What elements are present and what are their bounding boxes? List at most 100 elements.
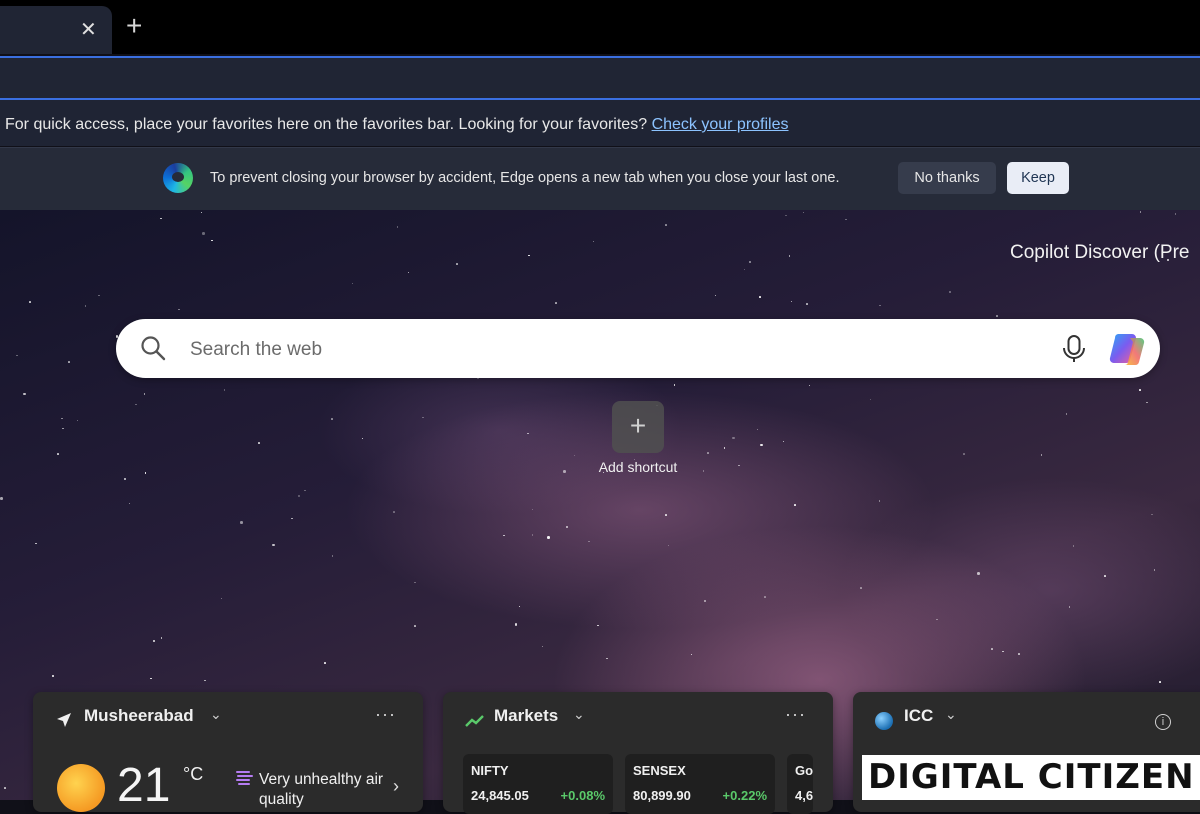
- temperature-value: 21: [117, 759, 171, 812]
- ticker-value: 80,899.90: [633, 788, 691, 803]
- star: [297, 494, 301, 498]
- star: [808, 384, 811, 387]
- star: [573, 454, 576, 457]
- copilot-icon[interactable]: [1108, 330, 1148, 368]
- more-options-icon[interactable]: ···: [375, 704, 396, 725]
- star: [98, 294, 100, 297]
- star: [150, 677, 152, 680]
- ticker-name: Gol: [795, 763, 813, 778]
- more-options-icon[interactable]: ···: [785, 704, 806, 725]
- star: [878, 500, 881, 502]
- star: [23, 392, 26, 396]
- ticker-gold[interactable]: Gol 4,6: [787, 754, 813, 814]
- star: [211, 239, 213, 242]
- ticker-name: NIFTY: [471, 763, 509, 778]
- copilot-discover-link[interactable]: Copilot Discover (Pre: [1010, 242, 1190, 264]
- star: [135, 403, 137, 406]
- favorites-bar: For quick access, place your favorites h…: [0, 100, 1200, 146]
- star: [61, 417, 63, 420]
- star: [782, 440, 785, 443]
- star: [806, 303, 808, 305]
- star: [703, 599, 707, 603]
- close-tab-icon[interactable]: ✕: [80, 20, 97, 40]
- star: [456, 263, 458, 265]
- add-shortcut-label: Add shortcut: [598, 459, 678, 475]
- star: [723, 447, 726, 449]
- star: [702, 470, 705, 472]
- star: [16, 354, 18, 357]
- star: [606, 657, 608, 660]
- star: [202, 232, 205, 235]
- star: [200, 211, 203, 214]
- star: [123, 477, 127, 481]
- star: [143, 393, 146, 395]
- markets-title[interactable]: Markets: [494, 706, 558, 726]
- chevron-down-icon[interactable]: ⌄: [573, 706, 585, 723]
- star: [68, 361, 70, 363]
- ticker-nifty[interactable]: NIFTY 24,845.05 +0.08%: [463, 754, 613, 814]
- star: [1068, 606, 1071, 608]
- search-box[interactable]: [116, 319, 1160, 378]
- star: [351, 282, 354, 285]
- edge-logo-icon: [163, 163, 193, 193]
- star: [547, 536, 550, 539]
- markets-trend-icon: [465, 715, 484, 727]
- star: [563, 470, 566, 473]
- star: [304, 489, 306, 492]
- star: [361, 437, 364, 440]
- star: [57, 453, 59, 455]
- star: [51, 674, 55, 678]
- chevron-down-icon[interactable]: ⌄: [945, 706, 957, 723]
- star: [1002, 650, 1004, 653]
- star: [291, 517, 293, 520]
- star: [1018, 653, 1020, 655]
- info-icon[interactable]: i: [1155, 714, 1171, 730]
- star: [665, 514, 667, 516]
- check-profiles-link[interactable]: Check your profiles: [652, 116, 789, 133]
- keep-button[interactable]: Keep: [1007, 162, 1069, 194]
- ticker-change: +0.22%: [722, 788, 767, 803]
- star: [62, 427, 64, 430]
- new-tab-icon[interactable]: +: [126, 12, 142, 40]
- no-thanks-button[interactable]: No thanks: [898, 162, 996, 194]
- ticker-change: +0.08%: [560, 788, 605, 803]
- star: [144, 472, 147, 474]
- search-icon: [141, 336, 166, 361]
- star: [128, 502, 131, 505]
- markets-card[interactable]: Markets ⌄ ··· NIFTY 24,845.05 +0.08% SEN…: [443, 692, 833, 814]
- star: [223, 389, 226, 391]
- star: [324, 662, 326, 664]
- star: [29, 301, 31, 303]
- chevron-down-icon[interactable]: ⌄: [210, 706, 222, 723]
- active-tab[interactable]: ✕: [0, 6, 112, 54]
- star: [738, 464, 740, 467]
- star: [1153, 569, 1156, 571]
- star: [759, 296, 761, 298]
- star: [531, 534, 534, 536]
- star: [1151, 513, 1153, 516]
- ticker-sensex[interactable]: SENSEX 80,899.90 +0.22%: [625, 754, 775, 814]
- star: [541, 645, 544, 648]
- star: [272, 543, 275, 547]
- star: [407, 271, 410, 274]
- microphone-icon[interactable]: [1060, 334, 1088, 364]
- chevron-right-icon[interactable]: ›: [393, 776, 399, 797]
- ticker-value: 4,6: [795, 788, 813, 803]
- icc-title[interactable]: ICC: [904, 706, 933, 726]
- star: [592, 240, 595, 243]
- star: [528, 254, 530, 256]
- favorites-bar-message: For quick access, place your favorites h…: [5, 116, 789, 134]
- weather-location[interactable]: Musheerabad: [84, 706, 194, 726]
- star: [220, 597, 223, 600]
- star: [1139, 211, 1142, 213]
- weather-card[interactable]: Musheerabad ⌄ ··· 21 °C Very unhealthy a…: [33, 692, 423, 812]
- star: [178, 308, 180, 311]
- star: [869, 398, 872, 401]
- search-input[interactable]: [188, 329, 1032, 371]
- star: [414, 581, 416, 584]
- star: [948, 290, 952, 294]
- add-shortcut-button[interactable]: +: [612, 401, 664, 453]
- star: [748, 260, 752, 264]
- star: [1139, 389, 1141, 391]
- star: [667, 544, 670, 547]
